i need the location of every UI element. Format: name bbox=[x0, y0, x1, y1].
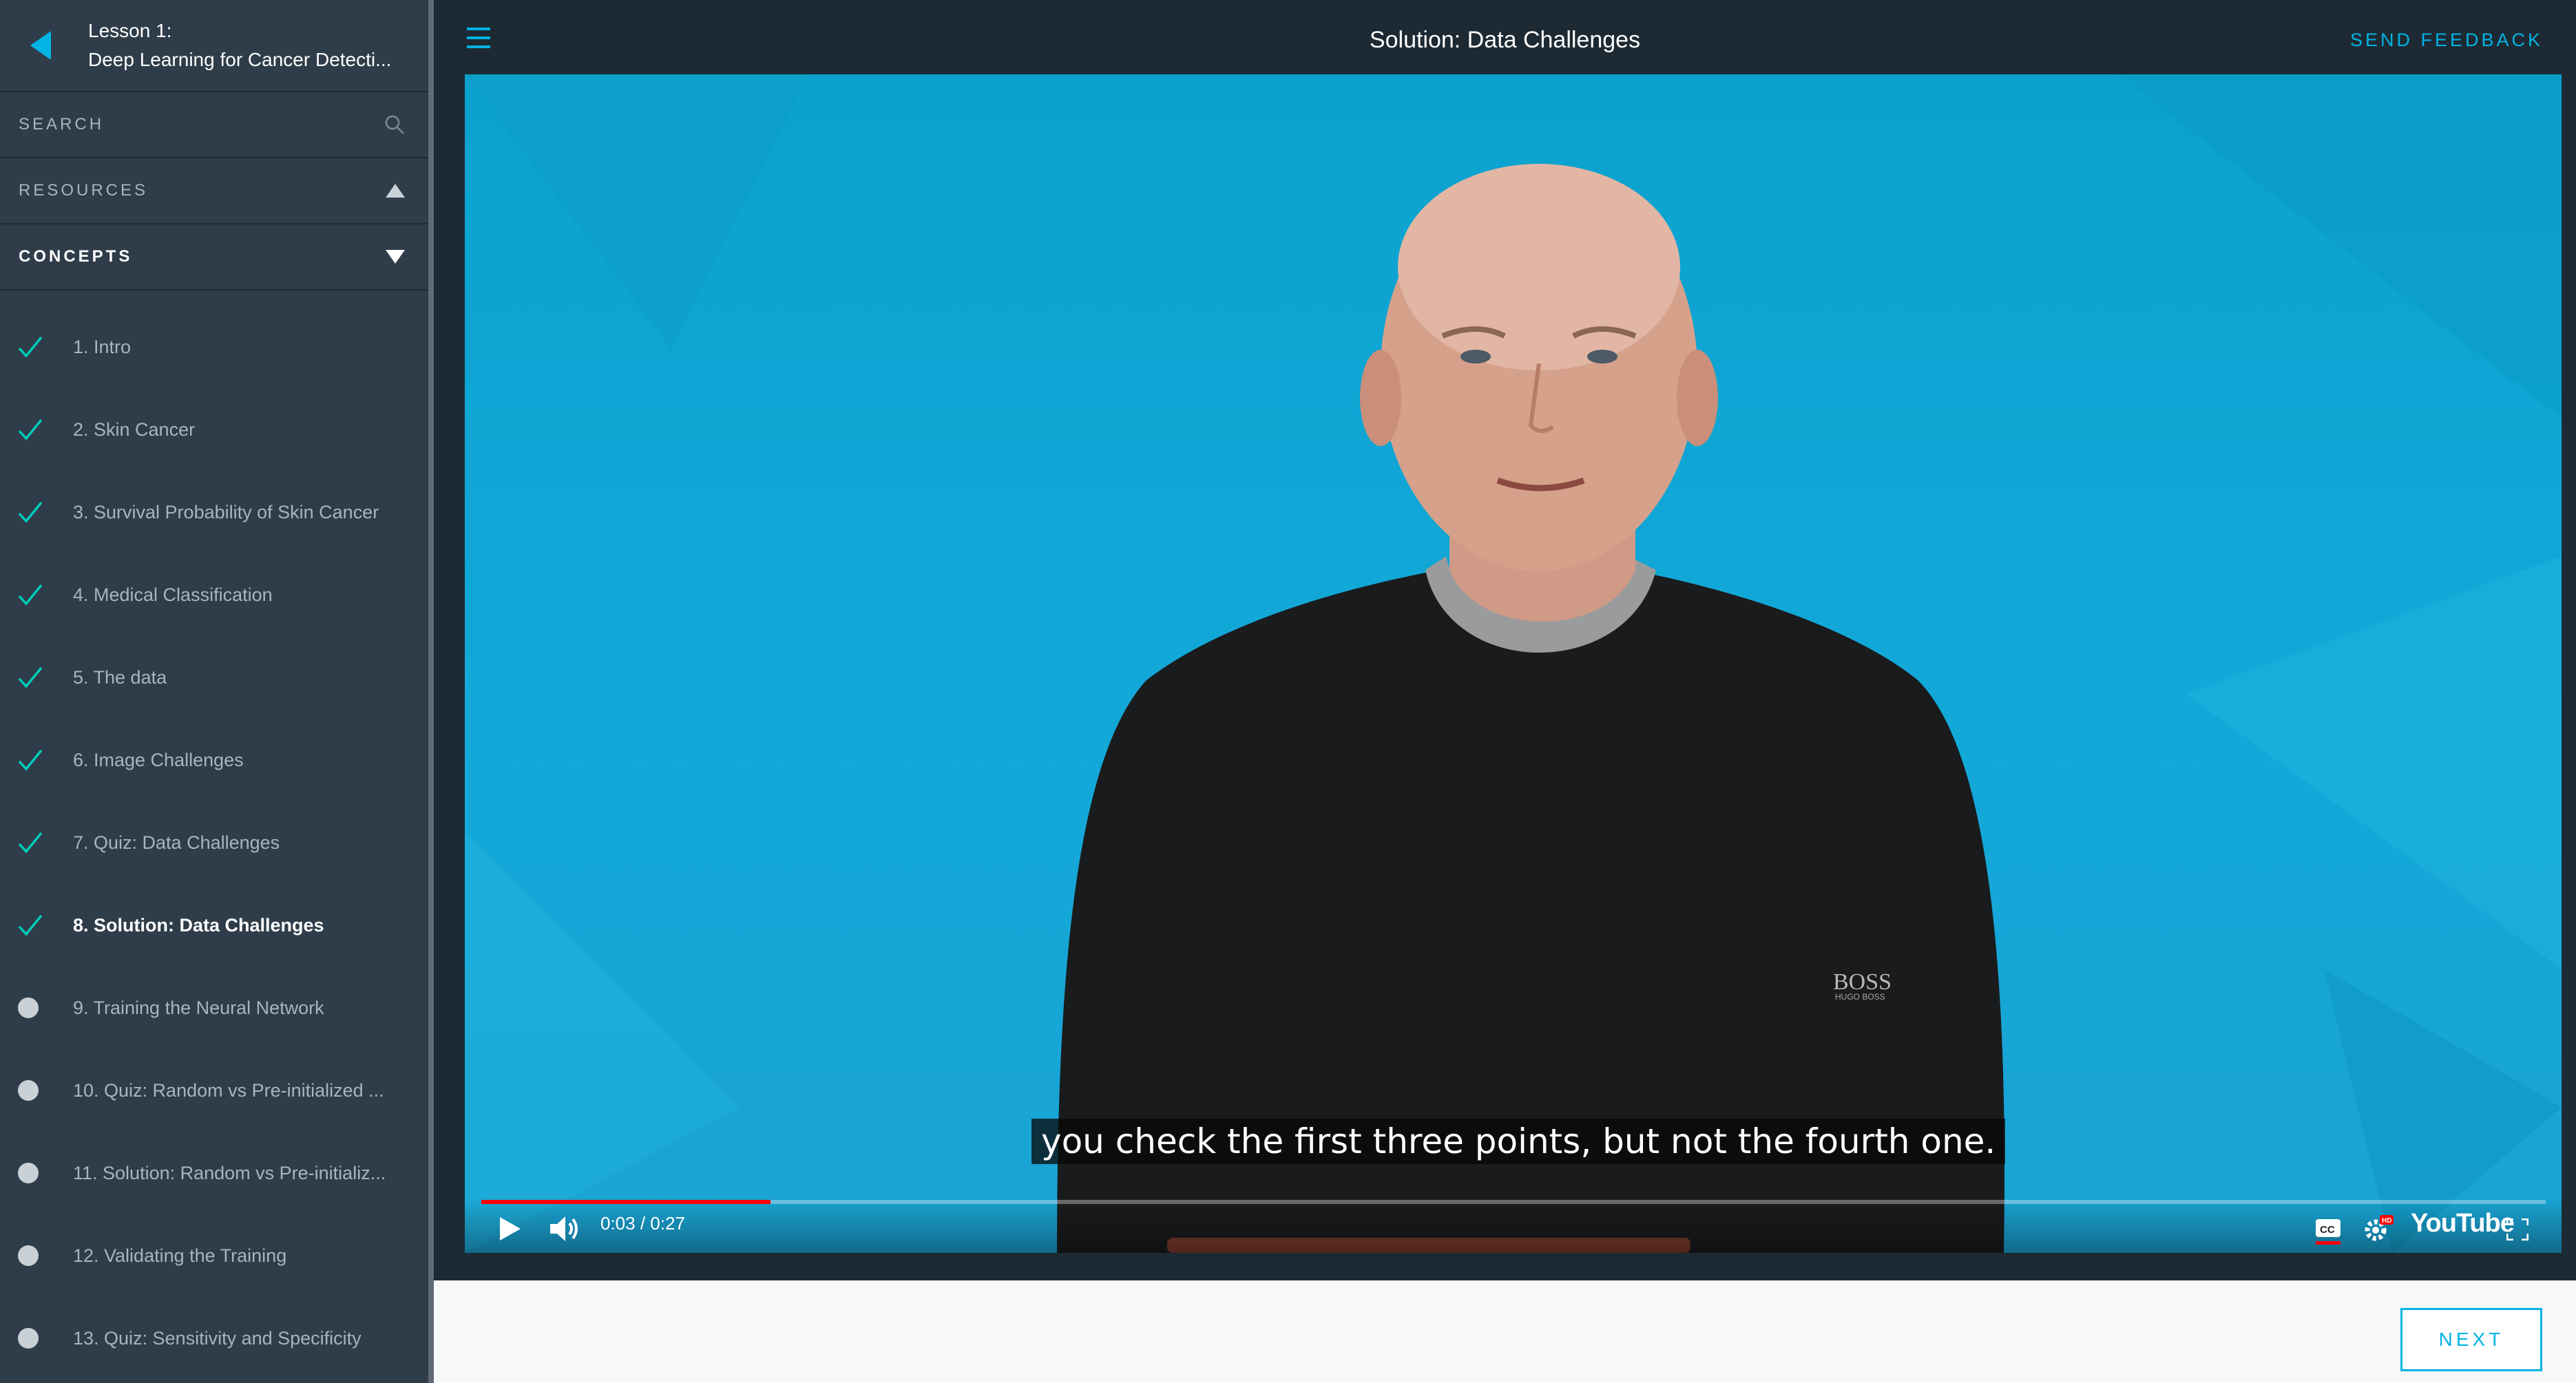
video-caption: you check the first three points, but no… bbox=[1032, 1119, 2006, 1164]
concept-status bbox=[0, 1328, 73, 1349]
concept-list: 1. Intro 2. Skin Cancer 3. Survival Probab… bbox=[0, 291, 428, 1380]
checkmark-icon bbox=[18, 501, 43, 523]
checkmark-icon bbox=[18, 336, 43, 358]
concepts-label: CONCEPTS bbox=[19, 247, 133, 266]
video-area: BOSS HUGO BOSS you check the first three… bbox=[434, 73, 2576, 1280]
concept-label: 7. Quiz: Data Challenges bbox=[73, 832, 280, 853]
triangle-down-icon bbox=[386, 250, 405, 264]
concept-item[interactable]: 11. Solution: Random vs Pre-initializ... bbox=[0, 1132, 428, 1214]
video-time: 0:03 / 0:27 bbox=[600, 1213, 685, 1234]
volume-icon[interactable] bbox=[550, 1216, 580, 1241]
concept-label: 12. Validating the Training bbox=[73, 1245, 287, 1266]
shirt-logo-sub: HUGO BOSS bbox=[1835, 992, 1885, 1002]
next-button[interactable]: NEXT bbox=[2400, 1308, 2542, 1371]
concept-status bbox=[0, 749, 73, 771]
incomplete-dot-icon bbox=[18, 997, 39, 1018]
concept-item[interactable]: 13. Quiz: Sensitivity and Specificity bbox=[0, 1297, 428, 1380]
resources-label: RESOURCES bbox=[19, 181, 149, 200]
page-title: Solution: Data Challenges bbox=[1369, 27, 1641, 53]
concept-status bbox=[0, 584, 73, 606]
concept-item[interactable]: 4. Medical Classification bbox=[0, 553, 428, 636]
concepts-toggle[interactable]: CONCEPTS bbox=[0, 224, 428, 291]
search-icon[interactable] bbox=[384, 114, 405, 135]
checkmark-icon bbox=[18, 832, 43, 854]
concept-item[interactable]: 2. Skin Cancer bbox=[0, 388, 428, 471]
search-label: SEARCH bbox=[19, 115, 105, 134]
video-player[interactable]: BOSS HUGO BOSS you check the first three… bbox=[465, 74, 2562, 1253]
concept-status bbox=[0, 914, 73, 936]
concept-label: 3. Survival Probability of Skin Cancer bbox=[73, 501, 379, 522]
captions-icon[interactable]: CC bbox=[2314, 1218, 2342, 1245]
lesson-title[interactable]: Deep Learning for Cancer Detecti... bbox=[88, 45, 412, 74]
presenter-image: BOSS HUGO BOSS bbox=[465, 74, 2562, 1253]
settings-gear-icon[interactable]: HD bbox=[2363, 1215, 2394, 1243]
checkmark-icon bbox=[18, 666, 43, 688]
checkmark-icon bbox=[18, 914, 43, 936]
lesson-info: Lesson 1: Deep Learning for Cancer Detec… bbox=[88, 17, 412, 74]
concept-item[interactable]: 6. Image Challenges bbox=[0, 719, 428, 801]
concept-status bbox=[0, 1080, 73, 1101]
concept-status bbox=[0, 336, 73, 358]
search-row[interactable]: SEARCH bbox=[0, 92, 428, 158]
youtube-logo[interactable]: YouTube bbox=[2411, 1209, 2515, 1238]
incomplete-dot-icon bbox=[18, 1245, 39, 1266]
concept-item[interactable]: 1. Intro bbox=[0, 306, 428, 388]
concept-label: 11. Solution: Random vs Pre-initializ... bbox=[73, 1162, 386, 1183]
checkmark-icon bbox=[18, 419, 43, 441]
video-progress-fill bbox=[481, 1200, 771, 1204]
concept-label: 10. Quiz: Random vs Pre-initialized ... bbox=[73, 1079, 384, 1101]
concept-item[interactable]: 9. Training the Neural Network bbox=[0, 967, 428, 1049]
checkmark-icon bbox=[18, 584, 43, 606]
sidebar-scrollbar[interactable] bbox=[428, 0, 434, 1383]
concept-status bbox=[0, 1163, 73, 1183]
checkmark-icon bbox=[18, 749, 43, 771]
concept-status bbox=[0, 1245, 73, 1266]
lesson-footer: NEXT bbox=[434, 1280, 2576, 1383]
concept-status bbox=[0, 666, 73, 688]
concept-label: 1. Intro bbox=[73, 336, 132, 357]
concept-label: 9. Training the Neural Network bbox=[73, 997, 324, 1018]
player-controls-gradient bbox=[465, 1198, 2562, 1253]
fullscreen-icon[interactable] bbox=[2506, 1218, 2528, 1241]
lesson-header: Lesson 1: Deep Learning for Cancer Detec… bbox=[0, 0, 428, 92]
shirt-logo: BOSS bbox=[1833, 969, 1892, 995]
svg-text:HD: HD bbox=[2382, 1217, 2391, 1225]
concept-label: 4. Medical Classification bbox=[73, 584, 273, 605]
concept-status bbox=[0, 997, 73, 1018]
play-icon[interactable] bbox=[500, 1217, 521, 1241]
concept-item[interactable]: 8. Solution: Data Challenges bbox=[0, 884, 428, 967]
concept-item[interactable]: 3. Survival Probability of Skin Cancer bbox=[0, 471, 428, 553]
concept-label: 13. Quiz: Sensitivity and Specificity bbox=[73, 1327, 362, 1349]
concept-label: 2. Skin Cancer bbox=[73, 419, 196, 440]
concept-item[interactable]: 5. The data bbox=[0, 636, 428, 719]
concept-status bbox=[0, 501, 73, 523]
back-arrow-icon[interactable] bbox=[30, 31, 52, 60]
concept-item[interactable]: 10. Quiz: Random vs Pre-initialized ... bbox=[0, 1049, 428, 1132]
resources-toggle[interactable]: RESOURCES bbox=[0, 158, 428, 224]
video-progress-bar[interactable] bbox=[481, 1200, 2546, 1204]
lesson-number: Lesson 1: bbox=[88, 20, 172, 41]
concept-label: 8. Solution: Data Challenges bbox=[73, 914, 324, 936]
incomplete-dot-icon bbox=[18, 1080, 39, 1101]
concept-item[interactable]: 7. Quiz: Data Challenges bbox=[0, 801, 428, 884]
top-bar: Solution: Data Challenges SEND FEEDBACK bbox=[434, 0, 2576, 73]
incomplete-dot-icon bbox=[18, 1328, 39, 1349]
concept-label: 5. The data bbox=[73, 666, 167, 688]
concept-item[interactable]: 12. Validating the Training bbox=[0, 1214, 428, 1297]
concept-label: 6. Image Challenges bbox=[73, 749, 244, 770]
svg-text:CC: CC bbox=[2320, 1224, 2335, 1236]
triangle-up-icon bbox=[386, 184, 405, 198]
concept-status bbox=[0, 419, 73, 441]
sidebar: Lesson 1: Deep Learning for Cancer Detec… bbox=[0, 0, 428, 1383]
send-feedback-link[interactable]: SEND FEEDBACK bbox=[2350, 0, 2543, 80]
incomplete-dot-icon bbox=[18, 1163, 39, 1183]
concept-status bbox=[0, 832, 73, 854]
